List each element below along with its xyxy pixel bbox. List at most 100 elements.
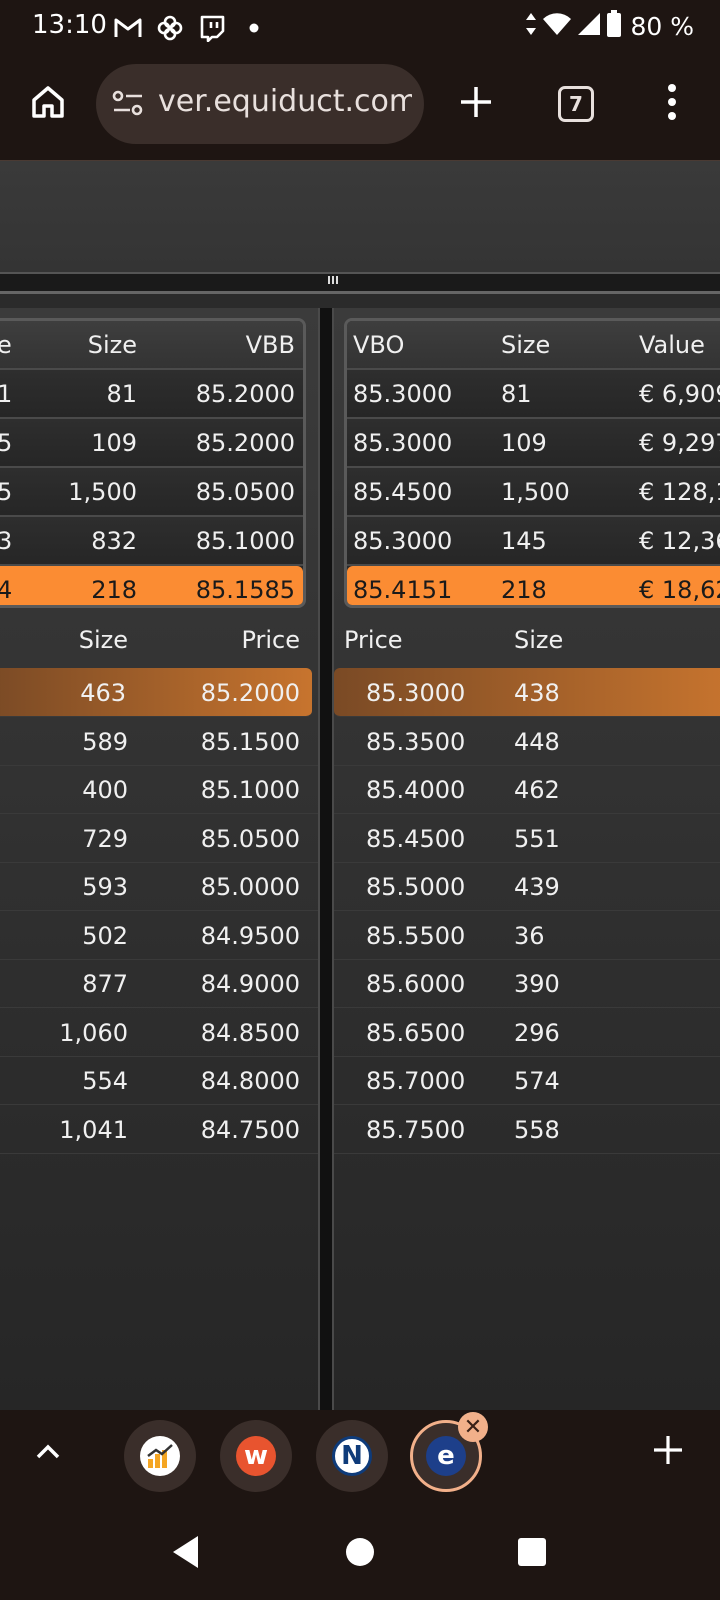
- new-tab-button[interactable]: [448, 74, 504, 130]
- cell-vbb: 85.2000: [195, 380, 295, 408]
- cell-size: 218: [91, 576, 137, 604]
- cell-partial: 3: [0, 527, 12, 555]
- battery-icon: [606, 10, 622, 42]
- pinwheel-icon: [154, 12, 186, 44]
- cell-vbb: 85.1000: [195, 527, 295, 555]
- cell-size: 145: [501, 527, 547, 555]
- tab-switcher-button[interactable]: 7: [558, 86, 594, 122]
- bid-depth-row[interactable]: 1,060 84.8500: [0, 1008, 318, 1057]
- cell-size: 81: [501, 380, 532, 408]
- cell-size: 729: [82, 824, 128, 853]
- ask-depth-row[interactable]: 85.4000 462: [334, 765, 720, 814]
- table-row[interactable]: 5 109 85.2000: [0, 419, 303, 468]
- bid-depth-row[interactable]: 589 85.1500: [0, 717, 318, 766]
- battery-percent: 80 %: [630, 11, 694, 41]
- tab-strip: w N e ✕: [0, 1410, 720, 1502]
- close-tab-button[interactable]: ✕: [458, 1412, 488, 1442]
- new-tab-group-button[interactable]: [650, 1432, 686, 1472]
- browser-toolbar: ver.equiduct.com 7: [0, 56, 720, 160]
- cell-size: 218: [501, 576, 547, 604]
- ask-depth-row[interactable]: 85.7500 558: [334, 1105, 720, 1154]
- cell-vbo: 85.4500: [353, 478, 453, 506]
- cell-price: 85.1500: [200, 727, 300, 756]
- column-header-size: Size: [514, 626, 564, 654]
- cell-size: 462: [514, 776, 560, 804]
- cell-size: 1,500: [501, 478, 570, 506]
- table-row[interactable]: 85.3000 109 € 9,297: [347, 419, 720, 468]
- home-nav-button[interactable]: [332, 1524, 388, 1580]
- tab-w-app[interactable]: w: [220, 1420, 292, 1492]
- cell-vbo: 85.3000: [353, 380, 453, 408]
- ask-depth-row[interactable]: 85.6500 296: [334, 1008, 720, 1057]
- tab-chart-app[interactable]: [124, 1420, 196, 1492]
- table-row[interactable]: 85.3000 145 € 12,36: [347, 517, 720, 566]
- bid-depth-row[interactable]: 400 85.1000: [0, 765, 318, 814]
- bid-depth-row[interactable]: 1,041 84.7500: [0, 1105, 318, 1154]
- bid-depth-row[interactable]: 593 85.0000: [0, 862, 318, 911]
- cell-size: 438: [514, 679, 560, 707]
- cell-vbo: 85.3000: [353, 527, 453, 555]
- recents-button[interactable]: [504, 1524, 560, 1580]
- vbo-summary-row[interactable]: 85.4151 218 € 18,62: [347, 566, 720, 605]
- table-row[interactable]: 5 1,500 85.0500: [0, 468, 303, 517]
- table-row[interactable]: 85.3000 81 € 6,909: [347, 370, 720, 419]
- best-ask-row[interactable]: 85.3000 438: [334, 668, 720, 717]
- cell-size: 877: [82, 970, 128, 998]
- pane-splitter[interactable]: [0, 272, 720, 294]
- ask-depth-header: Price Size: [334, 624, 720, 664]
- cell-size: 109: [501, 429, 547, 457]
- expand-tabs-button[interactable]: [30, 1434, 66, 1474]
- bid-depth-row[interactable]: 554 84.8000: [0, 1056, 318, 1105]
- gmail-icon: [112, 12, 144, 44]
- cell-price: 85.7000: [366, 1067, 466, 1095]
- table-row[interactable]: 1 81 85.2000: [0, 370, 303, 419]
- best-bid-row[interactable]: 463 85.2000: [0, 668, 312, 717]
- cell-size: 439: [514, 873, 560, 901]
- more-vert-icon: [668, 84, 676, 120]
- bid-panel: e Size VBB 1 81 85.2000 5 109 85.2000 5 1,500 85…: [0, 308, 320, 1410]
- bid-depth-row[interactable]: 877 84.9000: [0, 959, 318, 1008]
- back-button[interactable]: [158, 1524, 214, 1580]
- tab-n-app[interactable]: N: [316, 1420, 388, 1492]
- table-row[interactable]: 85.4500 1,500 € 128,1: [347, 468, 720, 517]
- twitch-icon: [196, 12, 228, 44]
- ask-depth-row[interactable]: 85.3500 448: [334, 717, 720, 766]
- cell-price: 85.5000: [366, 873, 466, 901]
- home-button[interactable]: [20, 74, 76, 130]
- table-row[interactable]: 3 832 85.1000: [0, 517, 303, 566]
- bid-depth-row[interactable]: 729 85.0500: [0, 814, 318, 863]
- ask-depth-row[interactable]: 85.5500 36: [334, 911, 720, 960]
- cell-size: 390: [514, 970, 560, 998]
- table-header: VBO Size Value: [347, 321, 720, 370]
- cell-size: 558: [514, 1115, 560, 1144]
- cell-size: 1,500: [68, 478, 137, 506]
- cell-price: 85.3000: [366, 679, 466, 707]
- bid-depth-row[interactable]: 502 84.9500: [0, 911, 318, 960]
- menu-button[interactable]: [644, 74, 700, 130]
- cell-price: 85.1000: [200, 776, 300, 804]
- column-header: e: [0, 331, 12, 359]
- url-bar[interactable]: ver.equiduct.com: [96, 64, 424, 144]
- panel-divider[interactable]: [320, 308, 332, 1410]
- column-header-price: Price: [241, 626, 300, 654]
- site-settings-icon[interactable]: [112, 88, 144, 122]
- cell-price: 85.7500: [366, 1115, 466, 1144]
- ask-depth-row[interactable]: 85.5000 439: [334, 862, 720, 911]
- home-icon: [32, 86, 64, 118]
- cell-size: 832: [91, 527, 137, 555]
- url-text[interactable]: ver.equiduct.com: [158, 84, 412, 119]
- back-triangle-icon: [173, 1536, 198, 1568]
- vbb-summary-row[interactable]: 4 218 85.1585: [0, 566, 303, 605]
- ask-depth-row[interactable]: 85.7000 574: [334, 1056, 720, 1105]
- grip-icon[interactable]: [328, 276, 340, 284]
- cell-value: € 6,909: [639, 380, 720, 408]
- ask-panel: VBO Size Value 85.3000 81 € 6,909 85.3000 10…: [332, 308, 720, 1410]
- ask-depth-row[interactable]: 85.4500 551: [334, 814, 720, 863]
- column-header-value: Value: [639, 331, 705, 359]
- ask-depth-row[interactable]: 85.6000 390: [334, 959, 720, 1008]
- cell-size: 502: [82, 921, 128, 950]
- cell-price: 85.0500: [200, 824, 300, 853]
- cell-value: € 9,297: [639, 429, 720, 457]
- cell-size: 109: [91, 429, 137, 457]
- cell-vbb: 85.0500: [195, 478, 295, 506]
